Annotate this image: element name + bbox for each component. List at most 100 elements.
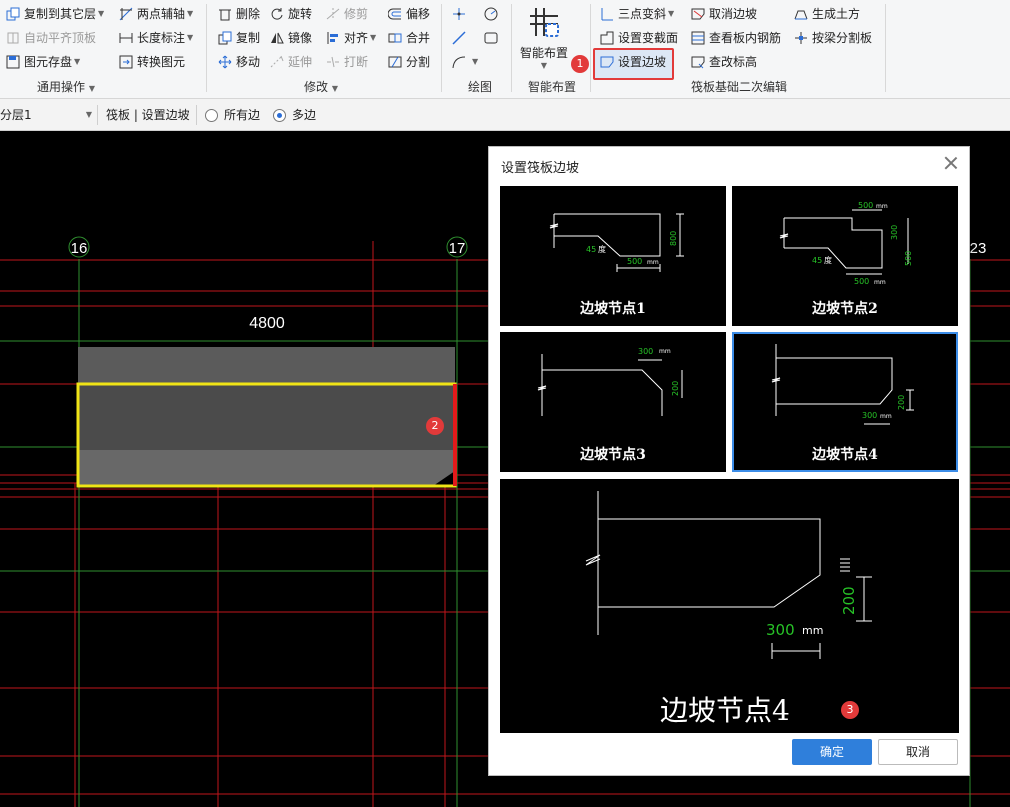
svg-text:300: 300 bbox=[638, 347, 653, 356]
step-badge-3: 3 bbox=[841, 701, 859, 719]
point-draw-button[interactable] bbox=[452, 4, 470, 24]
axis-label-17: 17 bbox=[449, 240, 466, 257]
svg-text:mm: mm bbox=[880, 413, 892, 420]
offset-icon bbox=[387, 7, 402, 21]
circle-draw-button[interactable] bbox=[484, 4, 502, 24]
extend-button[interactable]: 延伸 bbox=[270, 52, 312, 72]
move-button[interactable]: 移动 bbox=[218, 52, 260, 72]
raft-slab-bottom bbox=[78, 450, 455, 486]
slope-node-4-label: 边坡节点4 bbox=[812, 447, 878, 463]
copy-to-other-layer-button[interactable]: 复制到其它层 ▼ bbox=[6, 4, 104, 24]
group-divider bbox=[206, 4, 207, 92]
raft-slab-top bbox=[78, 347, 455, 384]
align-button[interactable]: 对齐 ▼ bbox=[326, 28, 376, 48]
svg-text:300: 300 bbox=[766, 621, 795, 639]
step-badge-1: 1 bbox=[571, 55, 589, 73]
svg-text:500: 500 bbox=[858, 201, 873, 210]
svg-text:200: 200 bbox=[897, 395, 906, 410]
chevron-down-icon: ▼ bbox=[74, 57, 81, 66]
length-mark-button[interactable]: 长度标注 ▼ bbox=[119, 28, 193, 48]
group-title-modify: 修改 ▼ bbox=[304, 80, 338, 94]
svg-text:200: 200 bbox=[840, 586, 858, 615]
cancel-edge-slope-button[interactable]: 取消边坡 bbox=[691, 4, 757, 24]
break-button[interactable]: 打断 bbox=[326, 52, 368, 72]
group-title-raft-edit: 筏板基础二次编辑 bbox=[691, 80, 788, 94]
copy-icon bbox=[218, 31, 232, 45]
radio-dot bbox=[273, 108, 286, 122]
rect-draw-button[interactable] bbox=[484, 28, 502, 48]
elevation-icon bbox=[691, 55, 705, 69]
extend-icon bbox=[270, 55, 284, 69]
slope-node-2-label: 边坡节点2 bbox=[812, 301, 878, 317]
raft-slab-body[interactable] bbox=[78, 384, 455, 450]
axis-label-23: 23 bbox=[970, 240, 987, 257]
radio-all-edges[interactable]: 所有边 bbox=[205, 104, 260, 126]
slope-node-preview: 300 mm 200 边坡节点4 bbox=[500, 479, 959, 733]
chevron-down-icon: ▼ bbox=[187, 9, 194, 18]
merge-icon bbox=[388, 31, 402, 45]
set-edge-slope-button[interactable]: 设置边坡 bbox=[600, 52, 666, 72]
svg-text:度: 度 bbox=[824, 255, 832, 265]
slope-node-3-label: 边坡节点3 bbox=[580, 447, 646, 463]
arc-draw-button[interactable]: ▼ bbox=[452, 52, 478, 72]
divider bbox=[196, 105, 197, 125]
auto-align-top-button[interactable]: 自动平齐顶板 bbox=[6, 28, 96, 48]
edge-slope-icon bbox=[600, 55, 614, 69]
set-section-change-button[interactable]: 设置变截面 bbox=[600, 28, 678, 48]
line-draw-button[interactable] bbox=[452, 28, 470, 48]
circle-icon bbox=[484, 7, 498, 21]
group-divider bbox=[885, 4, 886, 92]
line-icon bbox=[452, 31, 466, 45]
svg-text:mm: mm bbox=[802, 624, 823, 637]
three-point-slope-button[interactable]: 三点变斜 ▼ bbox=[600, 4, 674, 24]
move-icon bbox=[218, 55, 232, 69]
smart-layout-button[interactable]: 智能布置 ▼ bbox=[516, 6, 572, 70]
align-top-icon bbox=[6, 31, 20, 45]
set-raft-edge-slope-dialog: 设置筏板边坡 45 度 500 mm 800 边坡节点1 500 mm 45 度… bbox=[488, 146, 970, 776]
svg-text:度: 度 bbox=[598, 244, 606, 254]
view-inner-rebar-button[interactable]: 查看板内钢筋 bbox=[691, 28, 781, 48]
trim-icon bbox=[326, 7, 340, 21]
svg-text:mm: mm bbox=[876, 203, 888, 210]
chevron-down-icon: ▼ bbox=[98, 9, 105, 18]
chevron-down-icon: ▼ bbox=[85, 110, 92, 119]
two-point-axis-button[interactable]: 两点辅轴 ▼ bbox=[119, 4, 193, 24]
copy-button[interactable]: 复制 bbox=[218, 28, 260, 48]
convert-icon bbox=[119, 55, 133, 69]
close-icon[interactable] bbox=[943, 155, 959, 171]
cancel-button[interactable]: 取消 bbox=[878, 739, 958, 765]
split-by-beam-button[interactable]: 按梁分割板 bbox=[794, 28, 872, 48]
delete-button[interactable]: 删除 bbox=[218, 4, 260, 24]
divider bbox=[97, 105, 98, 125]
svg-text:300: 300 bbox=[862, 411, 877, 420]
slope-node-4-option[interactable]: 300 mm 200 边坡节点4 bbox=[732, 332, 958, 472]
split-button[interactable]: 分割 bbox=[388, 52, 430, 72]
merge-button[interactable]: 合并 bbox=[388, 28, 430, 48]
confirm-button[interactable]: 确定 bbox=[792, 739, 872, 765]
rectangle-icon bbox=[484, 31, 498, 45]
element-storage-button[interactable]: 图元存盘 ▼ bbox=[6, 52, 80, 72]
ribbon: 复制到其它层 ▼ 自动平齐顶板 图元存盘 ▼ 两点辅轴 ▼ 长度标注 ▼ 转换图元 通用… bbox=[0, 0, 1010, 99]
point-icon bbox=[452, 7, 466, 21]
svg-text:mm: mm bbox=[659, 348, 671, 355]
slope-node-1-option[interactable]: 45 度 500 mm 800 边坡节点1 bbox=[500, 186, 726, 326]
mirror-button[interactable]: 镜像 bbox=[270, 28, 312, 48]
options-bar: 分层1 ▼ 筏板 | 设置边坡 所有边 多边 bbox=[0, 99, 1010, 131]
slope-node-2-option[interactable]: 500 mm 45 度 500 mm 300 500 边坡节点2 bbox=[732, 186, 958, 326]
slope-node-3-option[interactable]: 300 mm 200 边坡节点3 bbox=[500, 332, 726, 472]
layer-select[interactable]: 分层1 ▼ bbox=[0, 104, 96, 126]
check-elevation-button[interactable]: 查改标高 bbox=[691, 52, 757, 72]
generate-earthwork-button[interactable]: 生成土方 bbox=[794, 4, 860, 24]
axis-label-16: 16 bbox=[71, 240, 88, 257]
convert-element-button[interactable]: 转换图元 bbox=[119, 52, 185, 72]
rotate-button[interactable]: 旋转 bbox=[270, 4, 312, 24]
dimension-icon bbox=[119, 31, 133, 45]
break-icon bbox=[326, 55, 340, 69]
trim-button[interactable]: 修剪 bbox=[326, 4, 368, 24]
group-divider bbox=[511, 4, 512, 92]
group-title-smart: 智能布置 bbox=[528, 80, 577, 94]
offset-button[interactable]: 偏移 bbox=[387, 4, 430, 24]
radio-multi-edges[interactable]: 多边 bbox=[273, 104, 316, 126]
rotate-icon bbox=[270, 7, 284, 21]
chevron-down-icon: ▼ bbox=[370, 33, 377, 42]
